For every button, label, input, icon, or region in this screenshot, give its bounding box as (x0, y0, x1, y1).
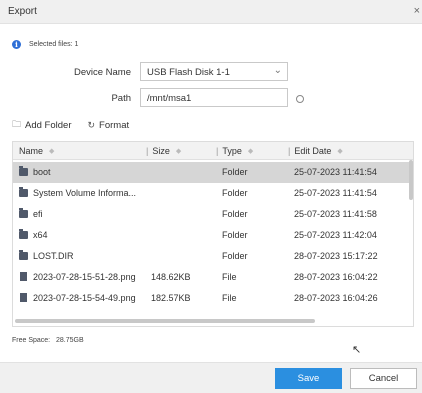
free-space-label: Free Space: (12, 337, 51, 344)
refresh-radio-icon[interactable] (296, 95, 304, 103)
add-folder-label: Add Folder (25, 119, 72, 131)
vertical-scrollbar[interactable] (409, 160, 413, 200)
table-row[interactable]: 2023-07-28-15-54-49.png 182.57KB File 28… (13, 288, 413, 309)
sort-icon: ◆ (49, 148, 55, 155)
sort-icon: ◆ (175, 148, 182, 155)
folder-icon (19, 250, 28, 260)
save-button[interactable]: Save (275, 368, 342, 389)
row-type: File (222, 293, 237, 303)
row-date: 25-07-2023 11:41:54 (294, 188, 377, 198)
row-name: 2023-07-28-15-54-49.png (33, 293, 136, 303)
add-folder-button[interactable]: 🗀 Add Folder (12, 117, 72, 133)
file-table: Name ◆ | Size ◆ | Type ◆ | Edit Date ◆ boot Fol… (12, 141, 414, 327)
path-label: Path (111, 93, 131, 104)
row-name: boot (33, 167, 51, 177)
row-type: Folder (222, 167, 248, 177)
row-name: System Volume Informa... (33, 188, 137, 198)
folder-icon (19, 187, 28, 197)
column-size[interactable]: | Size ◆ (146, 146, 181, 156)
column-edit-date[interactable]: | Edit Date ◆ (288, 146, 343, 156)
mouse-cursor-icon: ↖ (352, 344, 362, 356)
path-value: /mnt/msa1 (147, 93, 192, 104)
title-bar: Export × (0, 0, 422, 24)
table-row[interactable]: System Volume Informa... Folder 25-07-20… (13, 183, 413, 204)
horizontal-scrollbar[interactable] (15, 319, 315, 323)
file-icon (20, 272, 27, 281)
row-name: x64 (33, 230, 48, 240)
row-date: 28-07-2023 15:17:22 (294, 251, 378, 261)
column-name[interactable]: Name ◆ (19, 146, 54, 156)
device-name-value: USB Flash Disk 1-1 (147, 67, 230, 78)
row-type: Folder (222, 209, 248, 219)
window-title: Export (8, 6, 37, 17)
table-row[interactable]: boot Folder 25-07-2023 11:41:54 (13, 162, 413, 183)
cancel-button[interactable]: Cancel (350, 368, 417, 389)
folder-icon (19, 229, 28, 239)
row-type: File (222, 272, 237, 282)
selection-info: i Selected files: 1 (12, 38, 78, 50)
row-date: 28-07-2023 16:04:26 (294, 293, 378, 303)
row-date: 25-07-2023 11:41:58 (294, 209, 377, 219)
row-date: 25-07-2023 11:41:54 (294, 167, 377, 177)
free-space: Free Space: 28.75GB (12, 337, 84, 344)
row-type: Folder (222, 251, 248, 261)
device-name-select[interactable]: USB Flash Disk 1-1 ⌄ (140, 62, 288, 81)
format-label: Format (99, 119, 130, 131)
sort-icon: ◆ (247, 148, 254, 155)
device-name-label: Device Name (73, 67, 131, 78)
format-icon: ↻ (87, 119, 96, 130)
info-icon: i (12, 39, 21, 49)
row-name: LOST.DIR (33, 251, 74, 261)
row-date: 25-07-2023 11:42:04 (294, 230, 377, 240)
add-folder-icon: 🗀 (12, 119, 22, 129)
row-type: Folder (222, 230, 248, 240)
chevron-down-icon: ⌄ (273, 65, 282, 76)
table-header: Name ◆ | Size ◆ | Type ◆ | Edit Date ◆ (13, 142, 413, 160)
folder-icon (19, 166, 28, 176)
toolbar: 🗀 Add Folder ↻ Format (12, 118, 145, 132)
table-row[interactable]: LOST.DIR Folder 28-07-2023 15:17:22 (13, 246, 413, 267)
free-space-value: 28.75GB (55, 337, 84, 344)
file-icon (20, 293, 27, 302)
selected-files-text: Selected files: 1 (29, 40, 79, 48)
path-field[interactable]: /mnt/msa1 (140, 88, 288, 107)
row-name: efi (33, 209, 43, 219)
format-button[interactable]: ↻ Format (88, 120, 130, 131)
row-date: 28-07-2023 16:04:22 (294, 272, 378, 282)
table-row[interactable]: 2023-07-28-15-51-28.png 148.62KB File 28… (13, 267, 413, 288)
row-size: 182.57KB (151, 293, 191, 303)
folder-icon (19, 208, 28, 218)
sort-icon: ◆ (337, 148, 343, 155)
close-icon[interactable]: × (414, 5, 420, 17)
table-row[interactable]: x64 Folder 25-07-2023 11:42:04 (13, 225, 413, 246)
row-type: Folder (222, 188, 248, 198)
row-size: 148.62KB (151, 272, 191, 282)
row-name: 2023-07-28-15-51-28.png (33, 272, 136, 282)
column-type[interactable]: | Type ◆ (216, 146, 253, 156)
table-row[interactable]: efi Folder 25-07-2023 11:41:58 (13, 204, 413, 225)
